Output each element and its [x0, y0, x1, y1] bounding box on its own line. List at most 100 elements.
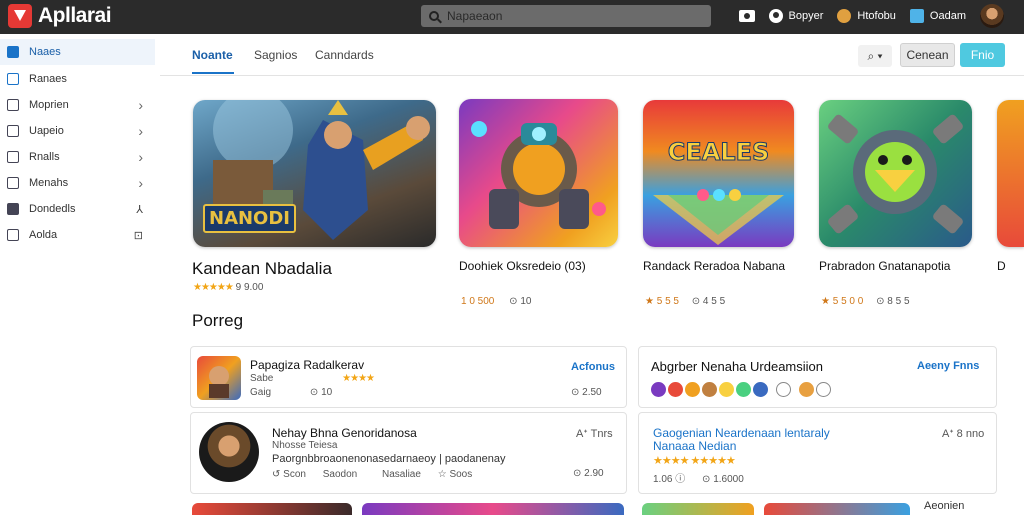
- emoji-icon: [668, 382, 683, 397]
- list-card-link[interactable]: Aᐩ 8 nno: [942, 427, 984, 440]
- tab-canndards[interactable]: Canndards: [315, 48, 374, 62]
- document-icon: [7, 99, 19, 111]
- emoji-icon: [816, 382, 831, 397]
- list-card-link[interactable]: Aeeny Fnns: [917, 360, 979, 372]
- featured-title-5[interactable]: D: [997, 259, 1006, 273]
- list-card-3[interactable]: Nehay Bhna Genoridanosa Nhosse Teiesa Pa…: [190, 412, 627, 494]
- download-count: 1 0 500: [461, 296, 495, 307]
- active-tab-indicator: [192, 72, 234, 74]
- emoji-icon: [736, 382, 751, 397]
- featured-image-5[interactable]: [997, 100, 1024, 247]
- home-icon: [7, 46, 19, 58]
- featured-image-2[interactable]: [459, 99, 618, 247]
- app-thumbnail: [199, 422, 259, 482]
- featured-rating-1: ★★★★★ 9 9.00: [193, 282, 263, 293]
- review-count: ⊙ 4 5 5: [691, 296, 726, 307]
- next-row-thumb-4[interactable]: [764, 503, 910, 515]
- topbar-item-3[interactable]: Oadam: [909, 9, 966, 23]
- topbar-item-1[interactable]: Bopyer: [768, 9, 823, 23]
- tab-sagnios[interactable]: Sagnios: [254, 48, 297, 62]
- chevron-right-icon: ›: [138, 149, 143, 165]
- list-card-sub: Sabe ★★★★: [250, 373, 375, 384]
- meta-2: Saodon: [322, 469, 358, 480]
- featured-title-2[interactable]: Doohiek Oksredeio (03): [459, 259, 586, 273]
- review-count: ⊙ 8 5 5: [876, 296, 910, 307]
- list-card-link[interactable]: Acfonus: [571, 361, 615, 373]
- external-icon: ⊡: [133, 229, 143, 242]
- sidebar-item-moprien[interactable]: Moprien ›: [0, 92, 155, 118]
- list-card-4[interactable]: Gaogenian Neardenaan lentaraly Nanaaa Ne…: [638, 412, 997, 494]
- filter-button[interactable]: ⌕ ▾: [858, 45, 892, 67]
- search-input[interactable]: [447, 9, 687, 23]
- sidebar-item-label: Moprien: [29, 99, 69, 111]
- featured-banner: NANODI: [203, 204, 296, 233]
- logo-icon: [8, 4, 32, 28]
- meta-1: ↺ Scon: [272, 469, 306, 480]
- emoji-icon: [799, 382, 814, 397]
- topbar-item-2[interactable]: Htofobu: [837, 9, 896, 23]
- meta-4: ☆ Soos: [437, 469, 473, 480]
- chevron-right-icon: ›: [138, 123, 143, 139]
- list-card-meta: ↺ Scon Saodon Nasaliae ☆ Soos: [272, 469, 472, 480]
- avatar[interactable]: [980, 4, 1004, 28]
- sidebar-item-rnalls[interactable]: Rnalls ›: [0, 144, 155, 170]
- chevron-right-icon: ›: [138, 97, 143, 113]
- featured-image-4[interactable]: [819, 100, 972, 247]
- next-row-thumb-3[interactable]: [642, 503, 754, 515]
- rating-value: 9 9.00: [235, 282, 264, 293]
- featured-title-1[interactable]: Kandean Nbadalia: [192, 259, 332, 279]
- featured-image-3[interactable]: CEALES: [643, 100, 794, 247]
- emoji-icon: [651, 382, 666, 397]
- robot-art: [471, 121, 606, 229]
- camera-icon[interactable]: [738, 10, 755, 22]
- featured-stats-2: 1 0 500 ⊙ 10: [461, 296, 531, 307]
- section-heading: Porreg: [192, 311, 244, 330]
- chart-icon: [7, 151, 19, 163]
- list-card-link[interactable]: Aᐩ Tnrs: [576, 427, 613, 440]
- list-card-meta: Gaig ⊙ 10: [250, 387, 332, 398]
- person-icon: [7, 177, 19, 189]
- square-icon: [909, 9, 924, 23]
- rainbow-art: [653, 189, 784, 245]
- star-rating: ★★★★ ★★★★★: [653, 455, 736, 467]
- meta-2: ⊙ 1.6000: [702, 474, 744, 485]
- cancel-button[interactable]: Cenean: [900, 43, 955, 67]
- sidebar-item-naaes[interactable]: Naaes: [0, 39, 155, 65]
- app-logo[interactable]: Apllarai: [8, 4, 112, 28]
- cookie-icon: [837, 9, 852, 23]
- emoji-icon: [753, 382, 768, 397]
- sidebar-item-dondedls[interactable]: Dondedls ⅄: [0, 196, 155, 222]
- next-row-thumb-2[interactable]: [362, 503, 624, 515]
- book-icon: [7, 125, 19, 137]
- meta-3: Nasaliae: [382, 469, 421, 480]
- list-card-desc: Paorgnbbroaonenonasedarnaeoy | paodanena…: [272, 453, 506, 465]
- topbar-label: Htofobu: [857, 10, 896, 22]
- download-count: ★ 5 5 5: [645, 296, 679, 307]
- sidebar-item-label: Naaes: [29, 46, 61, 58]
- sidebar-item-uapeio[interactable]: Uapeio ›: [0, 118, 155, 144]
- featured-image-1[interactable]: NANODI: [193, 100, 436, 247]
- top-actions: Bopyer Htofobu Oadam: [738, 4, 1004, 28]
- publisher: Sabe: [250, 373, 274, 384]
- primary-button[interactable]: Fnio: [960, 43, 1005, 67]
- featured-stats-4: ★ 5 5 0 0 ⊙ 8 5 5: [821, 296, 910, 307]
- sidebar-item-ranaes[interactable]: Ranaes: [0, 66, 155, 92]
- sidebar-item-aolda[interactable]: Aolda ⊡: [0, 222, 155, 248]
- featured-title-3[interactable]: Randack Reradoa Nabana: [643, 259, 785, 273]
- tab-noante[interactable]: Noante: [192, 48, 233, 62]
- list-card-2[interactable]: Abgrber Nenaha Urdeamsiion Aeeny Fnns: [638, 346, 997, 408]
- star-rating: ★★★★★: [193, 282, 234, 293]
- creature-art: [828, 114, 963, 234]
- sidebar-item-label: Uapeio: [29, 125, 64, 137]
- list-card-1[interactable]: Papagiza Radalkerav Sabe ★★★★ Gaig ⊙ 10 …: [190, 346, 627, 408]
- emoji-icon: [702, 382, 717, 397]
- next-row-label: Aeonien: [924, 500, 965, 512]
- search-bar[interactable]: [421, 5, 711, 27]
- next-row-thumb-1[interactable]: [192, 503, 352, 515]
- sidebar-item-label: Menahs: [29, 177, 69, 189]
- app-title: Apllarai: [38, 4, 112, 27]
- list-card-title: Papagiza Radalkerav: [250, 358, 365, 372]
- chevron-right-icon: ›: [138, 175, 143, 191]
- sidebar-item-menahs[interactable]: Menahs ›: [0, 170, 155, 196]
- featured-title-4[interactable]: Prabradon Gnatanapotia: [819, 259, 950, 273]
